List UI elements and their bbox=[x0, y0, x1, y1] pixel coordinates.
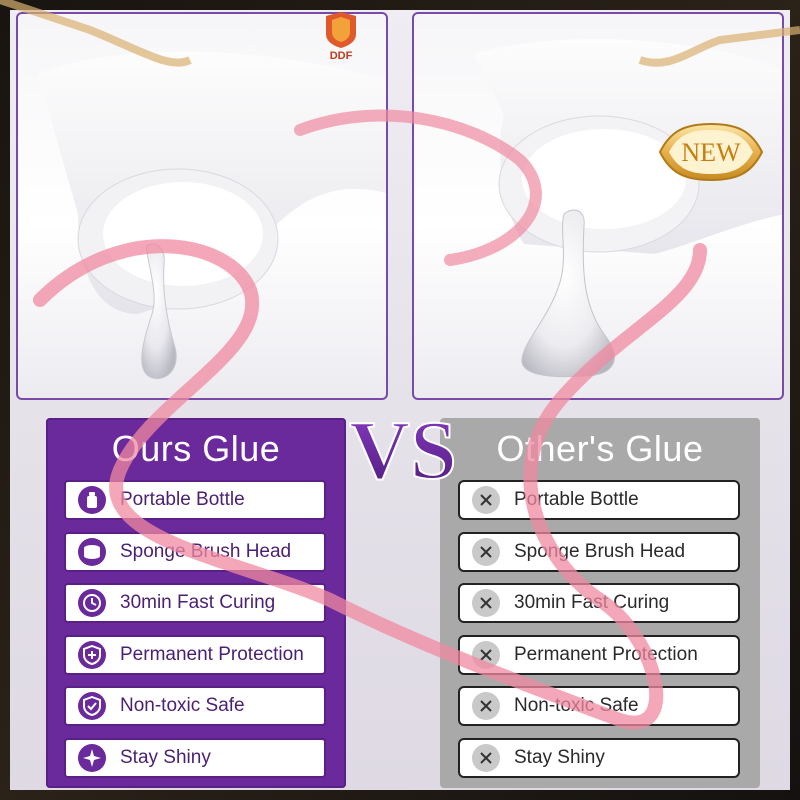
timer-icon bbox=[78, 589, 106, 618]
x-icon bbox=[472, 537, 500, 566]
feature-label: Portable Bottle bbox=[514, 489, 639, 510]
feature-label: Portable Bottle bbox=[120, 489, 245, 510]
ours-feature-portable-bottle: Portable Bottle bbox=[64, 480, 326, 520]
ours-product-photo bbox=[16, 12, 388, 400]
new-badge: NEW bbox=[658, 122, 764, 182]
other-product-photo bbox=[412, 12, 784, 400]
vs-text: VS bbox=[349, 404, 456, 497]
x-icon bbox=[472, 486, 500, 514]
feature-label: Stay Shiny bbox=[120, 746, 211, 768]
other-feature-non-toxic-safe: Non-toxic Safe bbox=[458, 686, 740, 727]
shield-plus-icon bbox=[78, 640, 106, 669]
other-feature-fast-curing: 30min Fast Curing bbox=[458, 583, 740, 624]
other-feature-portable-bottle: Portable Bottle bbox=[458, 480, 740, 520]
vs-graphic: VS bbox=[348, 403, 457, 498]
shield-check-icon bbox=[78, 692, 106, 721]
other-feature-stay-shiny: Stay Shiny bbox=[458, 737, 740, 778]
brand-logo: DDF bbox=[326, 12, 356, 62]
ours-feature-sponge-brush-head: Sponge Brush Head bbox=[64, 531, 326, 572]
other-feature-sponge-brush-head: Sponge Brush Head bbox=[458, 531, 740, 572]
feature-label: Sponge Brush Head bbox=[514, 540, 686, 562]
other-feature-permanent-protection: Permanent Protection bbox=[458, 634, 740, 675]
feature-label: Sponge Brush Head bbox=[120, 540, 292, 562]
feature-label: Non-toxic Safe bbox=[514, 695, 639, 717]
ours-feature-non-toxic-safe: Non-toxic Safe bbox=[64, 686, 326, 727]
feature-label: 30min Fast Curing bbox=[120, 592, 276, 614]
others-glue-title: Other's Glue bbox=[496, 428, 704, 469]
x-icon bbox=[472, 589, 500, 618]
feature-label: Non-toxic Safe bbox=[120, 695, 245, 717]
new-badge-text: NEW bbox=[681, 138, 741, 167]
feature-label: Permanent Protection bbox=[514, 643, 698, 665]
others-glue-panel: Other's Glue Portable Bottle Sponge Brus… bbox=[440, 418, 760, 788]
bottle-icon bbox=[78, 486, 106, 514]
feature-label: Permanent Protection bbox=[120, 643, 304, 665]
sponge-icon bbox=[78, 537, 106, 566]
ours-glue-title: Ours Glue bbox=[111, 428, 281, 469]
other-bottle-image bbox=[474, 39, 782, 378]
ours-feature-stay-shiny: Stay Shiny bbox=[64, 737, 326, 778]
feature-label: Stay Shiny bbox=[514, 746, 605, 768]
logo-text: DDF bbox=[330, 50, 353, 62]
ours-glue-panel: Ours Glue Portable Bottle Sponge Brush H… bbox=[46, 418, 346, 788]
feature-label: 30min Fast Curing bbox=[514, 592, 670, 614]
ours-feature-permanent-protection: Permanent Protection bbox=[64, 634, 326, 675]
x-icon bbox=[472, 743, 500, 772]
x-icon bbox=[472, 692, 500, 721]
ours-feature-fast-curing: 30min Fast Curing bbox=[64, 583, 326, 624]
sparkle-icon bbox=[78, 743, 106, 772]
ours-bottle-image bbox=[38, 51, 386, 380]
x-icon bbox=[472, 640, 500, 669]
